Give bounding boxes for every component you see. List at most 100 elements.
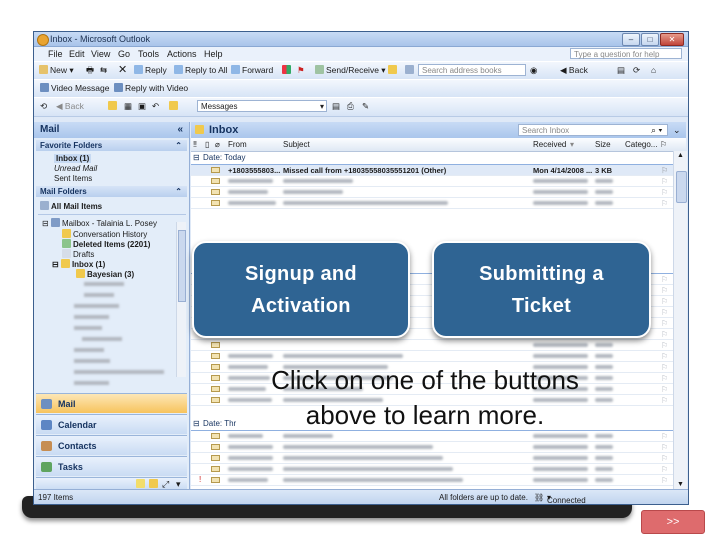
scroll-thumb[interactable] <box>676 171 687 203</box>
flag-icon[interactable]: ⚐ <box>661 319 668 328</box>
address-book-icon[interactable] <box>405 65 416 75</box>
note-icon[interactable]: ✎ <box>362 101 369 112</box>
refresh-icon[interactable]: ⟳ <box>633 65 640 76</box>
folder-conversation-history[interactable]: Conversation History <box>62 229 147 239</box>
menu-edit[interactable]: Edit <box>69 49 85 59</box>
search-icon[interactable]: ⌕ ▾ <box>651 125 662 136</box>
flag-icon[interactable]: ⚐ <box>661 476 668 485</box>
column-size[interactable]: Size <box>595 140 611 149</box>
menu-tools[interactable]: Tools <box>138 49 159 59</box>
folder-drafts[interactable]: Drafts <box>62 249 94 259</box>
flag-column-icon[interactable]: ⚐ <box>660 140 667 149</box>
scroll-down-icon[interactable]: ▼ <box>677 481 684 488</box>
flag-icon[interactable]: ⚐ <box>661 352 668 361</box>
connection-status[interactable]: Connected to Microsoft Exchange ▾ <box>547 493 586 504</box>
attachment-column-icon[interactable]: ⌀ <box>215 140 220 149</box>
table-row[interactable]: ⚐ <box>191 453 673 464</box>
menu-actions[interactable]: Actions <box>167 49 197 59</box>
menu-file[interactable]: File <box>48 49 63 59</box>
nav-button-mail[interactable]: Mail <box>36 393 187 413</box>
flag-icon[interactable]: ⚐ <box>661 166 668 175</box>
reply-button[interactable]: Reply <box>134 65 167 75</box>
folder-address-input[interactable]: Messages ▾ <box>197 100 327 112</box>
page-icon[interactable]: ▤ <box>617 65 625 76</box>
table-row[interactable]: ⚐ <box>191 351 673 362</box>
menu-go[interactable]: Go <box>118 49 130 59</box>
print-icon[interactable]: 🖶 <box>86 65 94 79</box>
scroll-up-icon[interactable]: ▲ <box>677 152 684 159</box>
help-icon[interactable]: ◉ <box>530 65 537 76</box>
table-row[interactable]: ! ⚐ <box>191 475 673 486</box>
flag-icon[interactable]: ⚐ <box>661 341 668 350</box>
forward-button[interactable]: Forward <box>231 65 273 75</box>
icon-column-icon[interactable]: ▯ <box>205 140 209 149</box>
video-message-button[interactable]: Video Message <box>40 83 109 93</box>
nav-button-calendar[interactable]: Calendar <box>36 414 187 434</box>
importance-column-icon[interactable]: ‼ <box>193 140 197 149</box>
column-from[interactable]: From <box>228 140 247 149</box>
reply-with-video-button[interactable]: Reply with Video <box>114 83 188 93</box>
all-mail-items-select[interactable]: All Mail Items <box>40 201 102 211</box>
send-receive-button[interactable]: Send/Receive ▾ <box>315 65 386 76</box>
favorite-folders-header[interactable]: Favorite Folders ⌃ <box>36 140 187 151</box>
flag-icon[interactable]: ⚐ <box>661 275 668 284</box>
undo-icon[interactable]: ↶ <box>152 101 159 112</box>
reply-all-button[interactable]: Reply to All <box>174 65 228 75</box>
menu-view[interactable]: View <box>91 49 110 59</box>
column-received[interactable]: Received <box>533 140 566 149</box>
web-back-button[interactable]: ◀ Back <box>56 101 84 112</box>
flag-icon[interactable]: ⚐ <box>661 385 668 394</box>
folder-list-icon[interactable] <box>149 479 160 489</box>
favorite-inbox[interactable]: Inbox (1) <box>54 154 92 163</box>
flag-icon[interactable]: ⚐ <box>661 454 668 463</box>
mail-folders-header[interactable]: Mail Folders ⌃ <box>36 186 187 197</box>
home-icon[interactable]: ⌂ <box>651 65 656 75</box>
flag-icon[interactable]: ⚐ <box>661 199 668 208</box>
table-row[interactable]: ⚐ <box>191 198 673 209</box>
table-row[interactable]: ⚐ <box>191 340 673 351</box>
next-button[interactable]: >> <box>641 510 705 534</box>
folder-scrollbar[interactable] <box>176 222 186 377</box>
folder-up-icon[interactable] <box>108 101 119 111</box>
column-subject[interactable]: Subject <box>283 140 310 149</box>
message-list-scrollbar[interactable]: ▲ ▼ <box>673 151 687 489</box>
flag-icon[interactable]: ⚐ <box>661 443 668 452</box>
back-button[interactable]: ◀ Back <box>560 65 588 76</box>
maximize-button[interactable]: □ <box>641 33 659 46</box>
signup-activation-button[interactable]: Signup and Activation <box>192 241 410 338</box>
favorite-unread-mail[interactable]: Unread Mail <box>54 164 97 173</box>
flag-icon[interactable]: ⚐ <box>661 465 668 474</box>
column-category[interactable]: Catego... <box>625 140 657 149</box>
folder-inbox[interactable]: ⊟ Inbox (1) <box>52 259 105 269</box>
table-row[interactable]: ⚐ <box>191 187 673 198</box>
table-row[interactable]: ⚐ <box>191 176 673 187</box>
group-header-today[interactable]: ⊟ Date: Today <box>191 152 673 165</box>
menu-help[interactable]: Help <box>204 49 223 59</box>
close-button[interactable]: ✕ <box>660 33 684 46</box>
mailbox-node[interactable]: ⊟ Mailbox - Talainia L. Posey <box>42 218 157 228</box>
move-icon[interactable]: ⇆ <box>100 65 107 76</box>
delete-icon[interactable]: ✕ <box>118 63 127 76</box>
notes-icon[interactable] <box>136 479 147 489</box>
address-search-input[interactable]: Search address books <box>418 64 526 76</box>
submitting-ticket-button[interactable]: Submitting a Ticket <box>432 241 651 338</box>
help-search-input[interactable]: Type a question for help <box>570 48 682 59</box>
flag-icon[interactable]: ⚐ <box>661 177 668 186</box>
view-icon[interactable]: ▦ <box>124 101 132 112</box>
flag-icon[interactable]: ⚐ <box>661 286 668 295</box>
sync-icon[interactable]: ⟲ <box>40 101 47 112</box>
minimize-button[interactable]: – <box>622 33 640 46</box>
table-row[interactable]: ⚐ <box>191 442 673 453</box>
flag-icon[interactable]: ⚐ <box>661 396 668 405</box>
flag-icon[interactable]: ⚐ <box>661 330 668 339</box>
flag-icon[interactable]: ⚐ <box>661 374 668 383</box>
go-icon[interactable]: ▤ <box>332 101 340 112</box>
nav-button-tasks[interactable]: Tasks <box>36 456 187 476</box>
new-button[interactable]: New ▾ <box>39 65 74 76</box>
preview-icon[interactable]: ▣ <box>138 101 146 112</box>
folder-bayesian[interactable]: Bayesian (3) <box>76 269 134 279</box>
find-icon[interactable] <box>388 65 399 75</box>
table-row[interactable]: +1803555803... Missed call from +1803555… <box>191 165 673 176</box>
folder-deleted-items[interactable]: Deleted Items (2201) <box>62 239 150 249</box>
folder-icon[interactable] <box>169 101 180 111</box>
